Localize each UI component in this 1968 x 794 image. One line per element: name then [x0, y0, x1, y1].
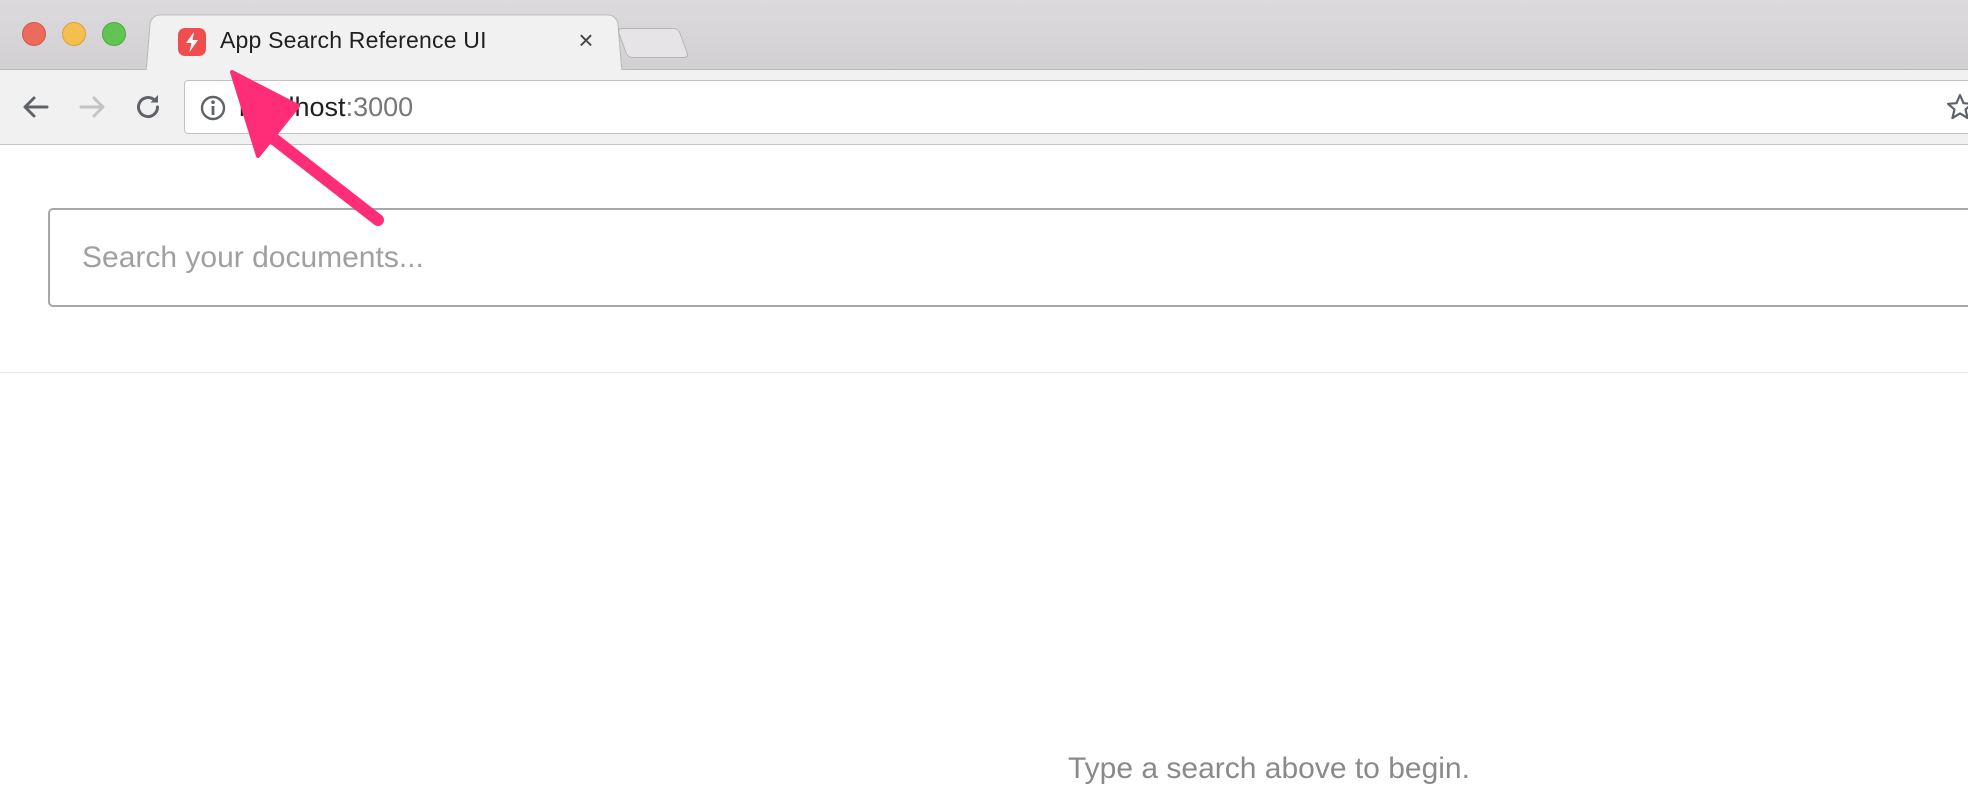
tab-title: App Search Reference UI — [220, 27, 487, 53]
address-bar[interactable]: localhost:3000 — [184, 80, 1968, 134]
search-input[interactable] — [50, 210, 1968, 305]
browser-toolbar: localhost:3000 — [0, 70, 1968, 145]
back-button[interactable] — [17, 88, 55, 126]
window-minimize-button[interactable] — [62, 22, 86, 46]
active-tab[interactable]: App Search Reference UI × — [148, 14, 620, 70]
star-icon[interactable] — [1945, 92, 1968, 122]
divider — [0, 372, 1968, 373]
reload-button[interactable] — [129, 88, 167, 126]
new-tab-button[interactable] — [616, 28, 690, 58]
reload-icon — [137, 95, 160, 119]
lightning-bolt-icon — [178, 28, 206, 56]
arrow-left-icon — [23, 96, 49, 118]
url-host: localhost — [239, 92, 346, 122]
address-url: localhost:3000 — [239, 92, 413, 123]
forward-button[interactable] — [73, 88, 111, 126]
search-box — [48, 208, 1968, 307]
empty-state-message: Type a search above to begin. — [1068, 752, 1470, 785]
tab-close-button[interactable]: × — [573, 27, 599, 53]
url-port: :3000 — [345, 92, 414, 122]
window-close-button[interactable] — [22, 22, 46, 46]
window-zoom-button[interactable] — [102, 22, 126, 46]
info-icon[interactable] — [199, 94, 227, 122]
arrow-right-icon — [79, 96, 105, 118]
browser-tab-strip: App Search Reference UI × — [0, 0, 1968, 72]
